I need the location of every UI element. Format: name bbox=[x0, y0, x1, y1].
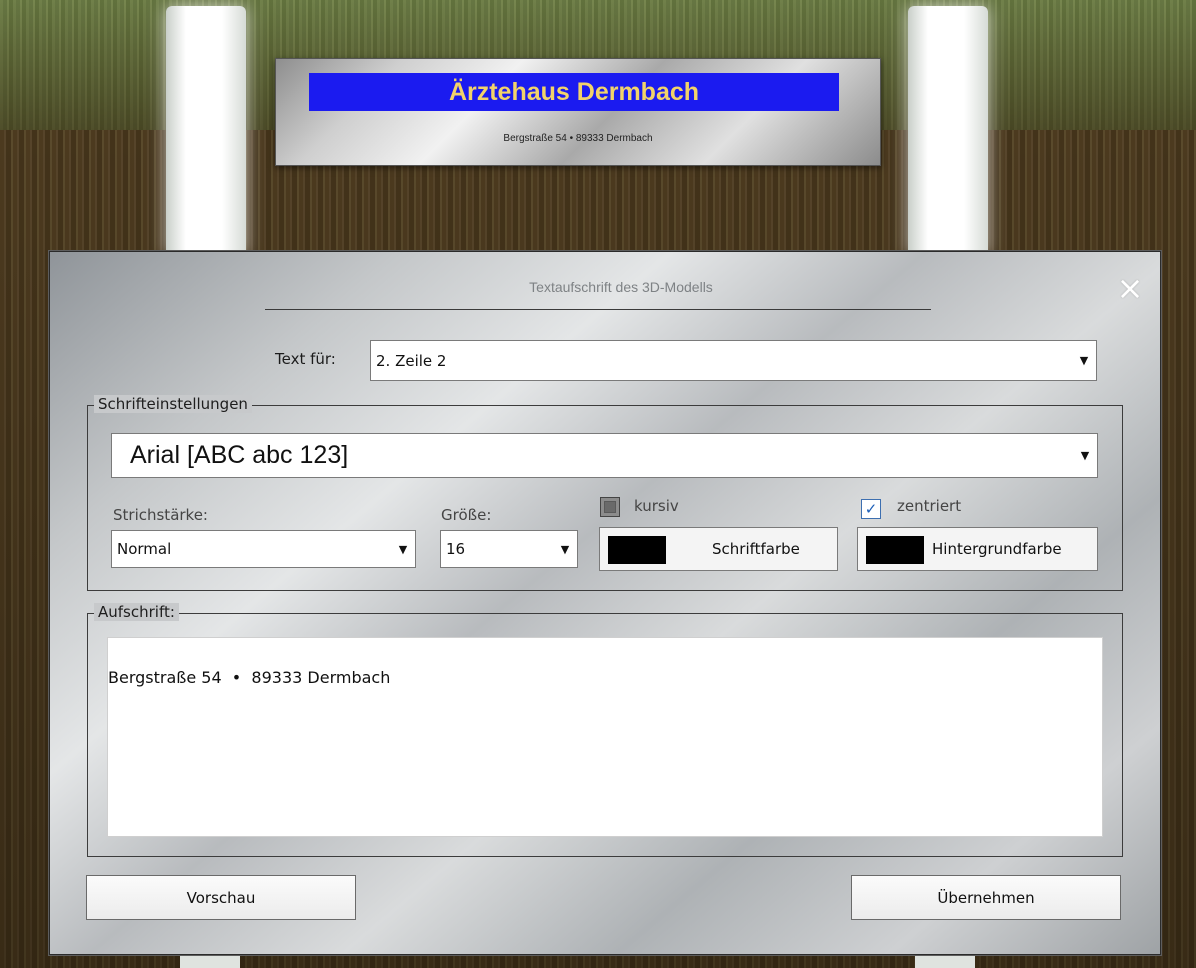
chevron-down-icon[interactable]: ▼ bbox=[1072, 341, 1096, 380]
3d-sign-plate: Ärztehaus Dermbach Bergstraße 54 • 89333… bbox=[275, 58, 881, 166]
text-for-value: 2. Zeile 2 bbox=[376, 351, 447, 370]
text-for-dropdown[interactable]: 2. Zeile 2 ▼ bbox=[370, 340, 1097, 381]
font-color-button[interactable]: Schriftfarbe bbox=[599, 527, 838, 571]
close-icon[interactable]: × bbox=[1115, 272, 1145, 304]
size-dropdown[interactable]: 16 ▼ bbox=[440, 530, 578, 568]
text-for-label: Text für: bbox=[275, 350, 336, 368]
centered-label: zentriert bbox=[897, 497, 962, 515]
stroke-weight-dropdown[interactable]: Normal ▼ bbox=[111, 530, 416, 568]
stroke-weight-label: Strichstärke: bbox=[113, 506, 208, 524]
stroke-weight-value: Normal bbox=[117, 540, 172, 558]
text-inscription-dialog: Textaufschrift des 3D-Modells × Text für… bbox=[48, 250, 1162, 956]
font-color-swatch bbox=[608, 536, 666, 564]
sign-post-right-base bbox=[915, 955, 975, 968]
font-family-dropdown[interactable]: Arial [ABC abc 123] ▼ bbox=[111, 433, 1098, 478]
size-label: Größe: bbox=[441, 506, 492, 524]
size-value: 16 bbox=[446, 540, 466, 558]
chevron-down-icon[interactable]: ▼ bbox=[553, 531, 577, 567]
inscription-textarea[interactable]: Bergstraße 54 • 89333 Dermbach bbox=[107, 637, 1103, 837]
chevron-down-icon[interactable]: ▼ bbox=[391, 531, 415, 567]
font-color-label: Schriftfarbe bbox=[712, 540, 800, 558]
italic-checkbox[interactable] bbox=[600, 497, 620, 517]
title-divider bbox=[265, 309, 931, 310]
sign-title: Ärztehaus Dermbach bbox=[309, 73, 839, 111]
preview-button[interactable]: Vorschau bbox=[86, 875, 356, 920]
italic-label: kursiv bbox=[634, 497, 679, 515]
centered-checkbox[interactable]: ✓ bbox=[861, 499, 881, 519]
inscription-legend: Aufschrift: bbox=[94, 603, 179, 621]
font-family-value: Arial [ABC abc 123] bbox=[130, 441, 349, 469]
sign-post-left bbox=[166, 6, 246, 256]
background-color-button[interactable]: Hintergrundfarbe bbox=[857, 527, 1098, 571]
sign-post-right bbox=[908, 6, 988, 256]
sign-post-left-base bbox=[180, 955, 240, 968]
font-settings-legend: Schrifteinstellungen bbox=[94, 395, 252, 413]
background-color-label: Hintergrundfarbe bbox=[932, 540, 1062, 558]
sign-subtitle: Bergstraße 54 • 89333 Dermbach bbox=[503, 133, 653, 144]
apply-button[interactable]: Übernehmen bbox=[851, 875, 1121, 920]
dialog-title: Textaufschrift des 3D-Modells bbox=[529, 279, 713, 295]
background-color-swatch bbox=[866, 536, 924, 564]
chevron-down-icon[interactable]: ▼ bbox=[1073, 434, 1097, 477]
